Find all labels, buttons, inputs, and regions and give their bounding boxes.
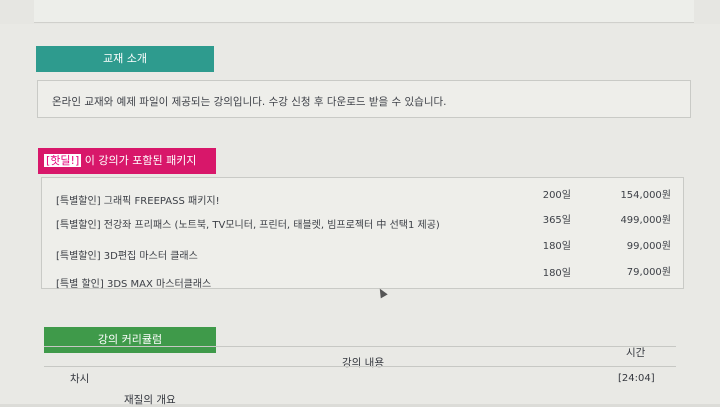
package-row[interactable]: [특별할인] 3D편집 마스터 클래스 180일 99,000원 xyxy=(42,237,683,262)
curriculum-header-rule xyxy=(44,366,676,367)
textbook-intro-box: 온라인 교재와 예제 파일이 제공되는 강의입니다. 수강 신청 후 다운로드 … xyxy=(37,80,691,118)
package-row[interactable]: [특별할인] 전강좌 프리패스 (노트북, TV모니터, 프린터, 태블렛, 빔… xyxy=(42,211,683,231)
package-name[interactable]: [특별 할인] 3DS MAX 마스터클래스 xyxy=(56,275,211,290)
curriculum-table: 차시 강의 내용 시간 [24:04] 재질의 개요 xyxy=(44,346,676,406)
textbook-intro-text: 온라인 교재와 예제 파일이 제공되는 강의입니다. 수강 신청 후 다운로드 … xyxy=(52,96,447,108)
package-price: 79,000원 xyxy=(626,267,671,278)
hotdeal-badge: [핫딜!] xyxy=(44,154,82,167)
curriculum-top-rule xyxy=(44,346,676,347)
package-price: 499,000원 xyxy=(620,215,671,226)
curriculum-label-text: 강의 커리큘럼 xyxy=(97,333,163,346)
previous-section-strip xyxy=(0,0,720,24)
package-row[interactable]: [특별 할인] 3DS MAX 마스터클래스 180일 79,000원 xyxy=(42,262,683,290)
package-label: [핫딜!] 이 강의가 포함된 패키지 xyxy=(38,148,216,174)
package-days: 180일 xyxy=(542,268,571,279)
package-price: 154,000원 xyxy=(620,190,671,201)
lesson-title[interactable]: 재질의 개요 xyxy=(124,392,176,407)
package-label-text: 이 강의가 포함된 패키지 xyxy=(84,154,197,167)
package-name[interactable]: [특별할인] 전강좌 프리패스 (노트북, TV모니터, 프린터, 태블렛, 빔… xyxy=(56,216,440,231)
package-days: 200일 xyxy=(542,190,571,201)
package-list-box: [특별할인] 그래픽 FREEPASS 패키지! 200일 154,000원 [… xyxy=(41,177,684,290)
textbook-intro-label: 교재 소개 xyxy=(36,46,214,72)
package-days: 180일 xyxy=(542,241,571,252)
package-days: 365일 xyxy=(542,215,571,226)
column-header-time: 시간 xyxy=(626,347,646,359)
previous-section-box xyxy=(34,0,694,23)
textbook-intro-label-text: 교재 소개 xyxy=(103,52,147,65)
column-header-content: 강의 내용 xyxy=(342,357,384,369)
package-name[interactable]: [특별할인] 3D편집 마스터 클래스 xyxy=(56,247,198,262)
package-name[interactable]: [특별할인] 그래픽 FREEPASS 패키지! xyxy=(56,192,220,207)
lesson-time: [24:04] xyxy=(618,373,655,384)
column-header-session: 차시 xyxy=(70,373,90,385)
package-row[interactable]: [특별할인] 그래픽 FREEPASS 패키지! 200일 154,000원 xyxy=(42,186,683,207)
package-price: 99,000원 xyxy=(626,241,671,252)
